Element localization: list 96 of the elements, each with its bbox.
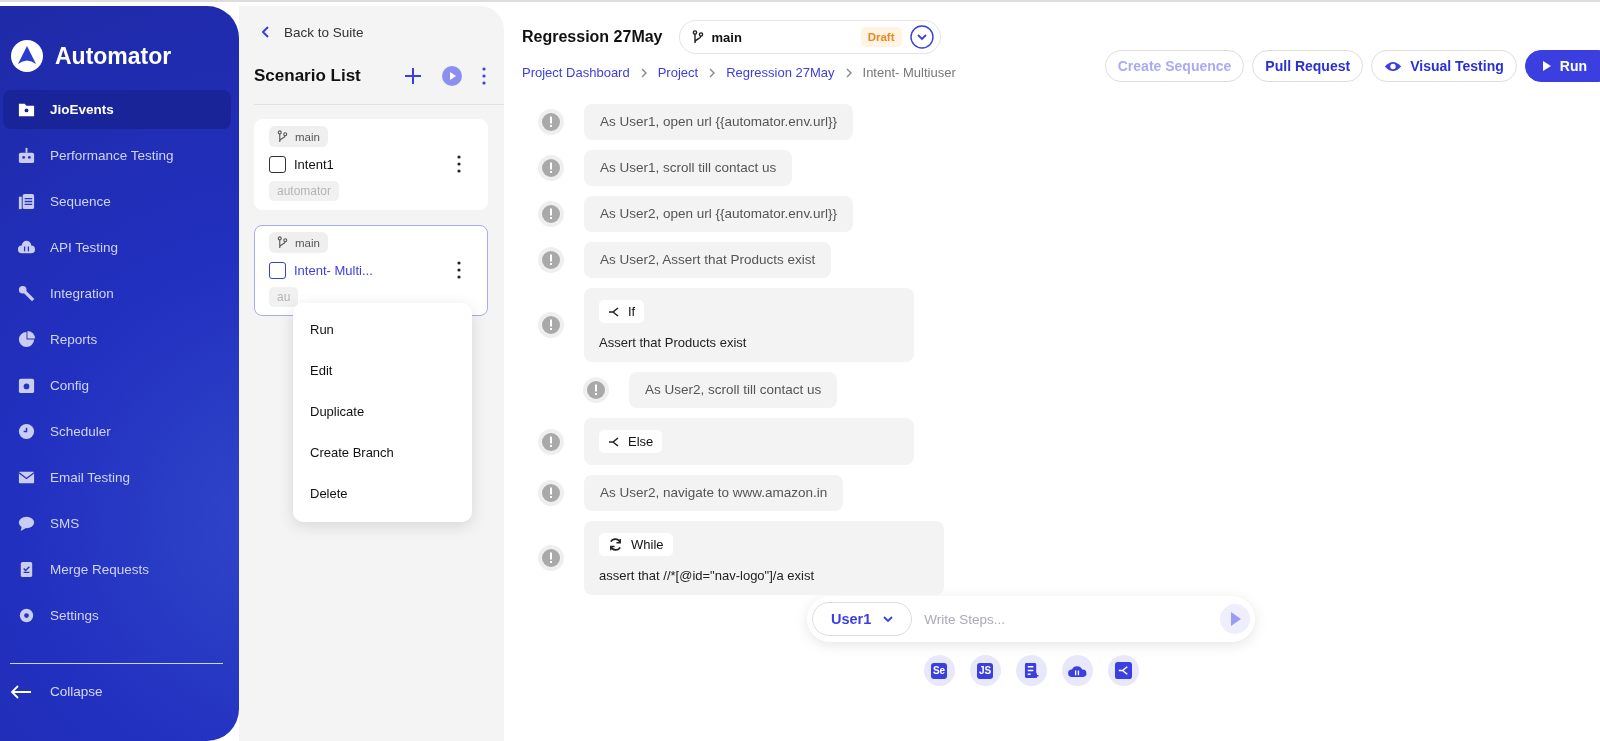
tag: au: [269, 287, 299, 307]
menu-item[interactable]: Duplicate: [293, 391, 472, 432]
warning-icon: [538, 247, 564, 273]
branch-icon: [608, 435, 620, 448]
breadcrumb-link[interactable]: Project: [657, 65, 699, 80]
form-icon: [1023, 662, 1039, 679]
warning-icon: [538, 201, 564, 227]
sidebar-item[interactable]: SMS: [3, 504, 231, 543]
scenario-card[interactable]: main Intent1 automator: [254, 119, 488, 210]
page-title: Regression 27May: [522, 28, 663, 46]
cloud-icon: [1066, 663, 1088, 678]
scenario-name: Intent- Multi...: [294, 262, 374, 278]
chevron-left-icon: [262, 26, 270, 38]
branch-chip: main: [269, 232, 328, 253]
eye-icon: [1384, 59, 1403, 73]
chevron-right-icon: [709, 67, 716, 78]
cloud-tool-button[interactable]: [1061, 655, 1093, 686]
scenario-name: Intent1: [294, 156, 335, 172]
clock-icon: [17, 422, 36, 441]
branch-tool-button[interactable]: [1107, 655, 1139, 686]
list-icon: [17, 192, 36, 211]
keyword-chip: If: [599, 300, 645, 323]
sidebar-item[interactable]: JioEvents: [3, 90, 231, 129]
form-tool-button[interactable]: [1015, 655, 1047, 686]
warning-icon: [538, 312, 564, 338]
condition-block[interactable]: Else: [584, 418, 914, 465]
app-logo-text: Automator: [55, 42, 172, 70]
sidebar-item[interactable]: Scheduler: [3, 412, 231, 451]
condition-text: assert that //*[@id="nav-logo"]/a exist: [599, 568, 814, 583]
keyword-chip: Else: [599, 430, 663, 453]
play-icon: [1541, 60, 1552, 72]
menu-item[interactable]: Edit: [293, 350, 472, 391]
breadcrumb-link[interactable]: Regression 27May: [726, 65, 835, 80]
sidebar-item[interactable]: Settings: [3, 596, 231, 635]
sidebar-item[interactable]: Reports: [3, 320, 231, 359]
collapse-button[interactable]: Collapse: [10, 663, 223, 699]
sidebar-item[interactable]: Performance Testing: [3, 136, 231, 175]
play-icon[interactable]: [442, 66, 462, 86]
robot-icon: [17, 146, 36, 165]
chevron-down-icon: [883, 616, 894, 622]
checkbox[interactable]: [269, 155, 286, 173]
warning-icon: [538, 109, 564, 135]
add-icon[interactable]: [404, 67, 422, 85]
branch-chip: main: [269, 126, 328, 147]
panel-title: Scenario List: [254, 66, 362, 86]
warning-icon: [583, 377, 609, 403]
checkbox[interactable]: [269, 261, 286, 279]
js-tool-button[interactable]: JS: [969, 655, 1001, 686]
branch-icon: [691, 30, 704, 44]
sidebar-item[interactable]: Sequence: [3, 182, 231, 221]
warning-icon: [538, 545, 564, 571]
chevron-down-icon[interactable]: [909, 25, 934, 49]
warning-icon: [538, 428, 564, 455]
back-link[interactable]: Back to Suite: [254, 24, 364, 40]
warning-icon: [538, 155, 564, 181]
selenium-tool-button[interactable]: Se: [923, 655, 955, 686]
chevron-right-icon: [845, 67, 852, 78]
breadcrumb-link[interactable]: Project Dashboard: [522, 65, 630, 80]
sidebar-item[interactable]: Email Testing: [3, 458, 231, 497]
action-button[interactable]: Visual Testing: [1371, 50, 1517, 82]
chart-icon: [17, 330, 36, 349]
step-bubble[interactable]: As User1, scroll till contact us: [584, 150, 793, 186]
condition-block[interactable]: While assert that //*[@id="nav-logo"]/a exist: [584, 521, 944, 595]
logo-icon: [11, 40, 43, 72]
branch-icon: [277, 130, 288, 143]
sidebar-item[interactable]: Merge Requests: [3, 550, 231, 589]
config-icon: [17, 376, 36, 395]
branch-icon: [608, 305, 620, 318]
arrow-left-icon: [10, 684, 32, 699]
menu-item[interactable]: Delete: [293, 473, 472, 514]
step-bubble[interactable]: As User2, navigate to www.amazon.in: [584, 475, 844, 511]
more-icon[interactable]: [457, 261, 461, 279]
sidebar-item[interactable]: API Testing: [3, 228, 231, 267]
step-bubble[interactable]: As User2, Assert that Products exist: [584, 242, 832, 278]
step-bubble[interactable]: As User1, open url {{automator.env.url}}: [584, 104, 853, 140]
sidebar-item[interactable]: Config: [3, 366, 231, 405]
tag: automator: [269, 181, 340, 201]
chat-icon: [17, 514, 36, 533]
condition-text: Assert that Products exist: [599, 335, 747, 350]
menu-item[interactable]: Create Branch: [293, 432, 472, 473]
status-badge: Draft: [860, 27, 902, 47]
more-icon[interactable]: [457, 155, 461, 173]
action-button[interactable]: Run: [1524, 50, 1600, 82]
branch-icon: [1114, 662, 1132, 679]
chevron-right-icon: [640, 67, 647, 78]
condition-block[interactable]: If Assert that Products exist: [584, 288, 914, 362]
step-bubble[interactable]: As User2, scroll till contact us: [629, 372, 838, 408]
wrench-icon: [17, 284, 36, 303]
loop-icon: [608, 537, 623, 552]
step-bubble[interactable]: As User2, open url {{automator.env.url}}: [584, 196, 853, 232]
more-icon[interactable]: [482, 67, 486, 85]
sidebar-item[interactable]: Integration: [3, 274, 231, 313]
branch-icon: [277, 236, 288, 249]
action-button[interactable]: Pull Request: [1252, 50, 1364, 82]
keyword-chip: While: [599, 533, 673, 556]
warning-icon: [538, 480, 564, 506]
